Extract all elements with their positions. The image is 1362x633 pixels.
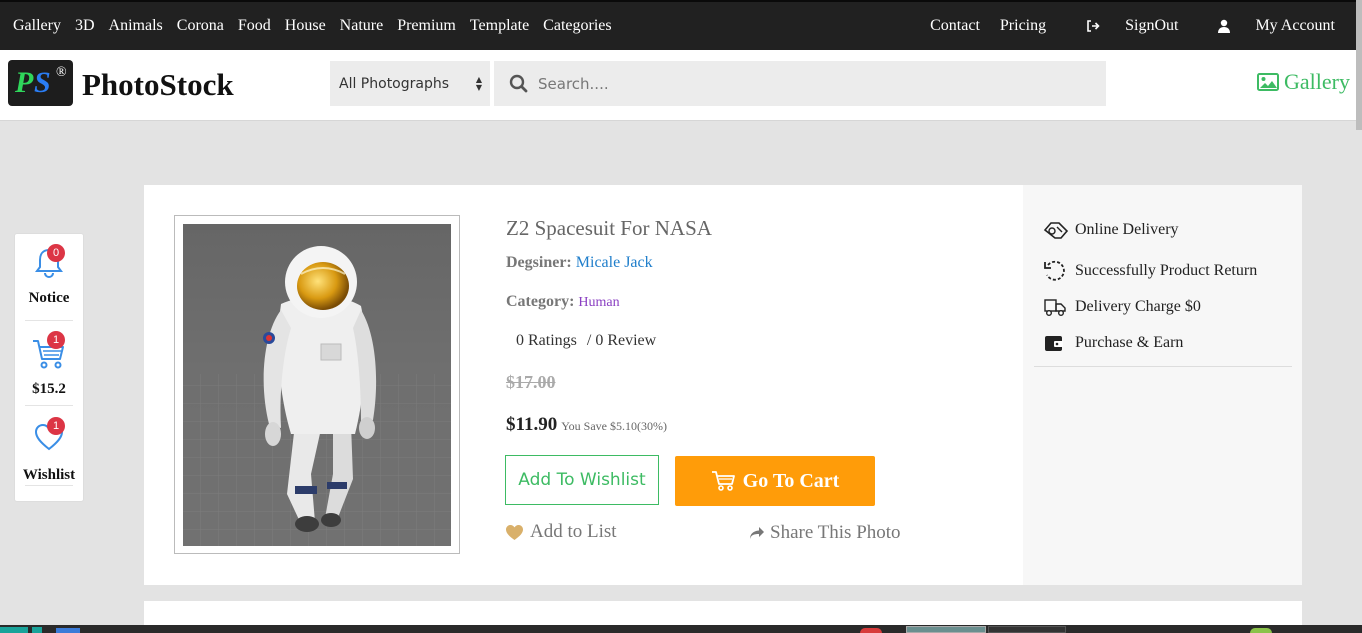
feature-label: Purchase & Earn <box>1075 334 1184 351</box>
feature-label: Successfully Product Return <box>1075 262 1258 279</box>
feature-label: Online Delivery <box>1075 221 1179 238</box>
taskbar-item[interactable] <box>32 627 42 633</box>
taskbar-item[interactable] <box>906 626 986 633</box>
category-select[interactable]: All Photographs ▲ ▼ <box>330 61 490 106</box>
designer-link[interactable]: Micale Jack <box>576 254 653 271</box>
my-account-label: My Account <box>1255 17 1335 34</box>
review-count: / 0 Review <box>586 332 657 349</box>
feature-label: Delivery Charge $0 <box>1075 298 1201 315</box>
nav-3d[interactable]: 3D <box>75 17 95 35</box>
signout-icon <box>1086 19 1100 33</box>
select-arrows-icon: ▲ ▼ <box>475 75 482 92</box>
category-link[interactable]: Human <box>578 295 619 310</box>
category-select-value: All Photographs <box>339 75 450 92</box>
category-nav: Gallery 3D Animals Corona Food House Nat… <box>0 17 626 35</box>
taskbar-item[interactable] <box>1250 628 1272 633</box>
product-title: Z2 Spacesuit For NASA <box>506 216 712 240</box>
search-bar <box>494 61 1106 106</box>
go-to-cart-label: Go To Cart <box>742 469 840 492</box>
nav-premium[interactable]: Premium <box>397 17 456 35</box>
divider <box>25 320 73 321</box>
ratings-count: 0 Ratings <box>516 332 577 349</box>
page-scrollbar[interactable] <box>1356 0 1362 633</box>
scrollbar-thumb[interactable] <box>1356 0 1362 130</box>
cart-icon <box>711 470 737 492</box>
sale-price: $11.90 You Save $5.10(30%) <box>506 414 667 436</box>
product-card: Z2 Spacesuit For NASA Degsiner: Micale Ja… <box>144 185 1302 585</box>
nav-my-account[interactable]: My Account <box>1198 17 1335 35</box>
brand-name[interactable]: PhotoStock <box>82 67 234 103</box>
share-photo-link[interactable]: Share This Photo <box>749 522 901 544</box>
return-arrow-icon <box>1043 259 1069 283</box>
signout-label: SignOut <box>1125 17 1179 34</box>
quick-access-panel: Notice 0 $15.2 1 Wishlist 1 <box>14 233 84 502</box>
nav-corona[interactable]: Corona <box>177 17 224 35</box>
cart-total: $15.2 <box>32 381 66 397</box>
account-nav: Contact Pricing SignOut My Account <box>910 17 1356 35</box>
nav-signout[interactable]: SignOut <box>1066 17 1178 35</box>
user-icon <box>1218 19 1231 33</box>
product-ratings: 0 Ratings / 0 Review <box>516 332 656 350</box>
cart-button[interactable]: $15.2 <box>15 338 83 398</box>
logo-registered-mark: ® <box>56 65 67 80</box>
notice-label: Notice <box>28 290 70 306</box>
features-panel <box>1023 185 1302 585</box>
gallery-link[interactable]: Gallery <box>1257 69 1350 95</box>
savings-text: You Save $5.10(30%) <box>561 419 667 433</box>
nav-animals[interactable]: Animals <box>109 17 163 35</box>
nav-house[interactable]: House <box>285 17 326 35</box>
feature-product-return: Successfully Product Return <box>1043 259 1257 283</box>
logo-letter-s: S <box>34 66 51 99</box>
share-label: Share This Photo <box>770 522 901 543</box>
logo[interactable]: P S ® <box>8 60 73 106</box>
sale-price-value: $11.90 <box>506 414 558 435</box>
logo-letter-p: P <box>15 66 34 99</box>
nav-contact[interactable]: Contact <box>930 17 980 35</box>
taskbar-item[interactable] <box>56 628 80 633</box>
share-icon <box>749 526 765 540</box>
add-to-list-label: Add to List <box>530 521 617 542</box>
designer-label: Degsiner: <box>506 254 572 271</box>
delivery-handshake-icon <box>1043 219 1069 241</box>
nav-template[interactable]: Template <box>470 17 529 35</box>
top-navbar: Gallery 3D Animals Corona Food House Nat… <box>0 0 1356 50</box>
search-icon[interactable] <box>509 74 528 93</box>
go-to-cart-button[interactable]: Go To Cart <box>675 456 875 506</box>
feature-delivery-charge: Delivery Charge $0 <box>1043 296 1201 318</box>
features-divider <box>1034 366 1292 367</box>
heart-icon <box>505 524 524 541</box>
wishlist-count-badge: 1 <box>47 417 65 435</box>
feature-purchase-earn: Purchase & Earn <box>1043 333 1183 353</box>
os-taskbar <box>0 625 1362 633</box>
wishlist-label: Wishlist <box>22 467 76 483</box>
original-price: $17.00 <box>506 372 556 392</box>
nav-food[interactable]: Food <box>238 17 271 35</box>
add-to-wishlist-button[interactable]: Add To Wishlist <box>505 455 659 505</box>
site-header: P S ® PhotoStock All Photographs ▲▼ Gall… <box>0 50 1356 121</box>
taskbar-start[interactable] <box>0 627 28 633</box>
nav-gallery[interactable]: Gallery <box>13 17 61 35</box>
product-image-frame <box>174 215 460 554</box>
cart-count-badge: 1 <box>47 331 65 349</box>
wallet-icon <box>1043 333 1069 353</box>
nav-nature[interactable]: Nature <box>340 17 384 35</box>
taskbar-item[interactable] <box>988 626 1066 633</box>
search-input[interactable] <box>538 74 1078 93</box>
product-designer: Degsiner: Micale Jack <box>506 254 653 272</box>
add-to-list-link[interactable]: Add to List <box>505 521 617 543</box>
image-icon <box>1257 73 1280 91</box>
product-category: Category: Human <box>506 293 620 311</box>
taskbar-item[interactable] <box>860 628 882 633</box>
product-image[interactable] <box>183 224 451 546</box>
truck-icon <box>1043 296 1069 318</box>
feature-online-delivery: Online Delivery <box>1043 219 1179 241</box>
divider <box>25 405 73 406</box>
nav-categories[interactable]: Categories <box>543 17 611 35</box>
category-label: Category: <box>506 293 575 310</box>
gallery-link-label: Gallery <box>1284 69 1350 94</box>
divider <box>25 485 73 486</box>
nav-pricing[interactable]: Pricing <box>1000 17 1046 35</box>
notice-count-badge: 0 <box>47 244 65 262</box>
